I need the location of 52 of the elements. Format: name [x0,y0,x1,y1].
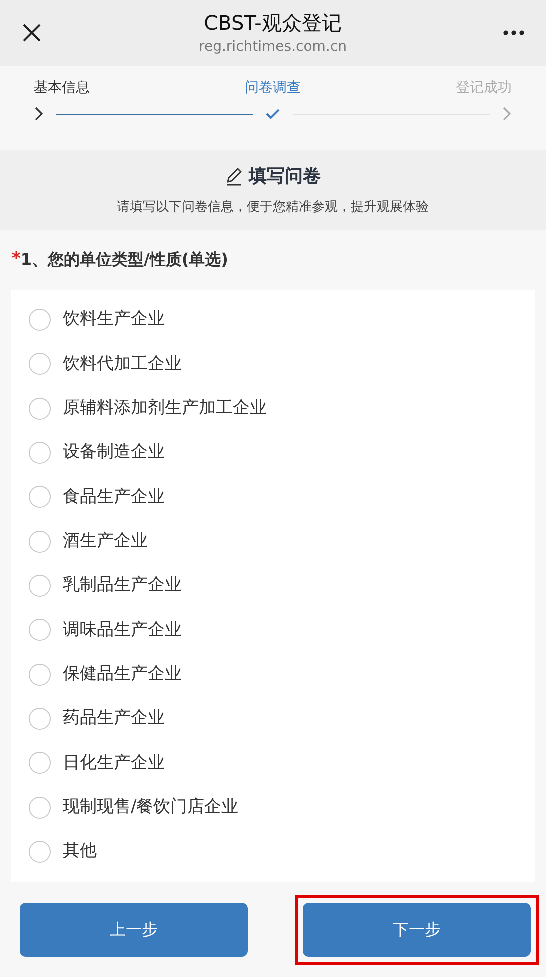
option-label: 原辅料添加剂生产加工企业 [63,397,267,420]
radio-option[interactable]: 原辅料添加剂生产加工企业 [11,386,535,431]
required-mark: * [12,248,21,272]
step-button[interactable]: 上一步 [20,902,248,956]
page-url: reg.richtimes.com.cn [199,38,347,56]
option-label: 酒生产企业 [63,530,148,553]
option-label: 药品生产企业 [63,707,165,730]
step-label: 基本信息 [34,79,90,98]
option-label: 保健品生产企业 [63,662,182,686]
radio-button[interactable] [29,398,51,420]
radio-option[interactable]: 药品生产企业 [11,696,535,742]
radio-button[interactable] [29,752,51,774]
radio-button[interactable] [29,353,51,376]
option-label: 饮料代加工企业 [63,352,182,376]
radio-button[interactable] [29,840,51,863]
radio-option[interactable]: 饮料代加工企业 [11,342,535,387]
question-text: 1、您的单位类型/性质(单选) [20,249,228,271]
radio-button[interactable] [29,664,51,686]
radio-option[interactable]: 酒生产企业 [11,520,535,564]
radio-option[interactable]: 饮料生产企业 [11,298,535,342]
option-label: 乳制品生产企业 [63,574,182,598]
radio-option[interactable]: 乳制品生产企业 [11,564,535,608]
option-label: 饮料生产企业 [63,308,165,332]
section-title: 填写问卷 [249,164,321,189]
radio-button[interactable] [29,442,51,464]
radio-button[interactable] [29,486,51,508]
option-label: 食品生产企业 [63,486,165,509]
step-button[interactable]: 下一步 [303,902,531,956]
radio-button[interactable] [29,575,51,598]
radio-button[interactable] [29,708,51,730]
radio-option[interactable]: 设备制造企业 [11,430,535,476]
step-label: 登记成功 [456,79,512,98]
option-label: 日化生产企业 [63,752,165,775]
section-subtitle: 请填写以下问卷信息，便于您精准参观，提升观展体验 [117,198,429,217]
close-icon [22,23,42,43]
radio-option[interactable]: 保健品生产企业 [11,652,535,697]
radio-button[interactable] [29,309,51,332]
option-label: 现制现售/餐饮门店企业 [63,796,239,819]
radio-button[interactable] [29,796,51,819]
step-label: 问卷调查 [245,79,301,98]
radio-option[interactable]: 现制现售/餐饮门店企业 [11,785,535,830]
radio-button[interactable] [29,619,51,642]
option-label: 设备制造企业 [63,441,165,464]
option-label: 调味品生产企业 [63,618,182,642]
radio-button[interactable] [29,530,51,553]
page-title: CBST-观众登记 [204,10,342,36]
radio-option[interactable]: 其他 [11,830,535,874]
radio-option[interactable]: 食品生产企业 [11,475,535,520]
more-icon [503,30,525,36]
option-label: 其他 [63,840,97,864]
radio-option[interactable]: 日化生产企业 [11,741,535,786]
radio-option[interactable]: 调味品生产企业 [11,608,535,652]
